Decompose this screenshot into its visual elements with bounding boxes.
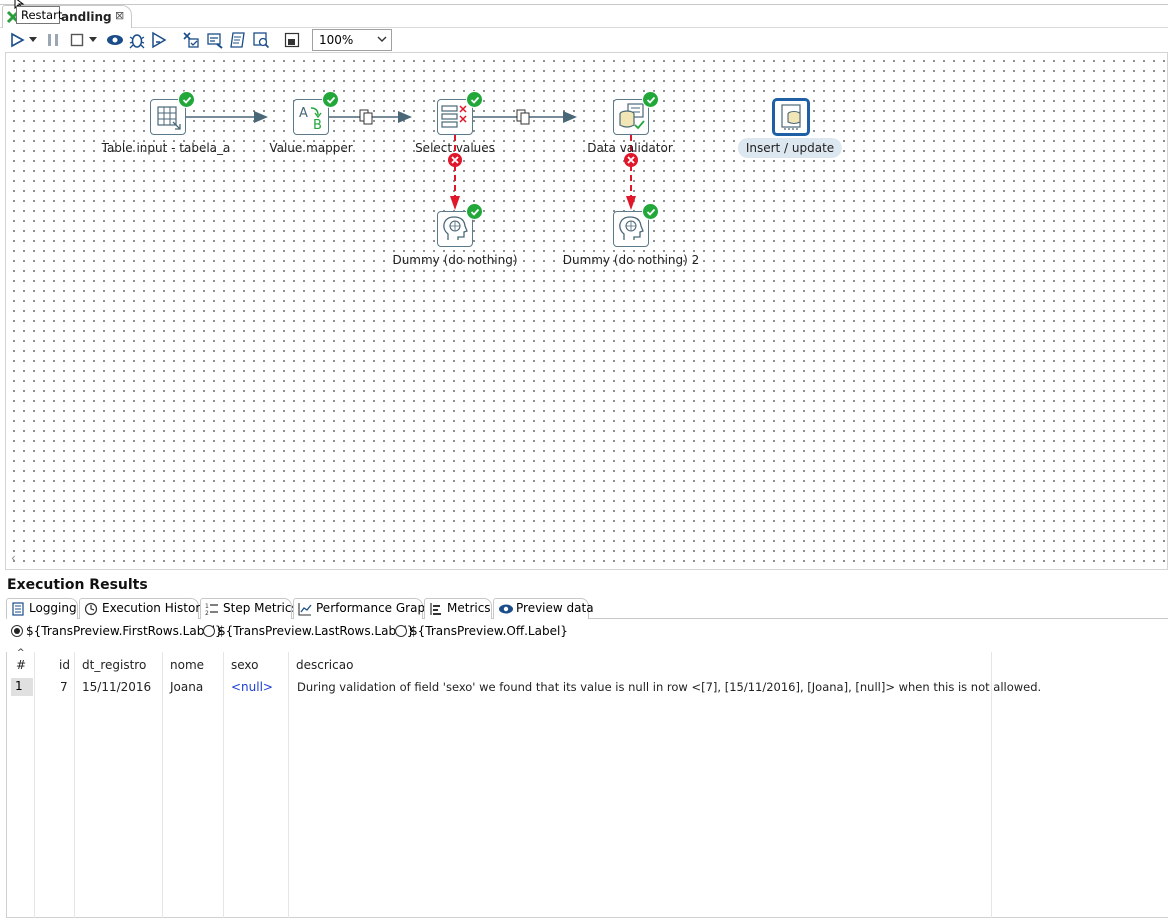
cell-dt-registro[interactable]: 15/11/2016	[82, 680, 151, 694]
column-divider	[74, 652, 75, 918]
scroll-left-arrow[interactable]: ‹	[11, 551, 16, 565]
header-sexo[interactable]: sexo	[231, 658, 259, 672]
dummy-icon	[443, 216, 468, 240]
svg-text:A: A	[299, 106, 308, 121]
execution-results-title: Execution Results	[7, 577, 148, 593]
tab-label: Performance Graph	[316, 601, 433, 615]
header-nome[interactable]: nome	[170, 658, 204, 672]
column-divider	[288, 652, 289, 918]
ok-check-icon	[466, 91, 483, 108]
ok-check-icon	[178, 91, 195, 108]
restart-tooltip: Restart	[16, 6, 62, 24]
cell-id[interactable]: 7	[60, 680, 68, 694]
svg-text:B: B	[313, 118, 322, 133]
cell-sexo[interactable]: <null>	[231, 680, 273, 694]
preview-eye-icon	[498, 602, 514, 619]
ok-check-icon	[322, 91, 339, 108]
performance-graph-icon	[298, 602, 312, 619]
tab-label: Execution History	[102, 601, 208, 615]
radio-dot	[203, 625, 215, 637]
header-descricao[interactable]: descricao	[296, 658, 353, 672]
tab-label: Preview data	[516, 601, 594, 615]
ok-check-icon	[642, 91, 659, 108]
tab-preview-data[interactable]: Preview data	[493, 598, 594, 619]
hop-table-input-to-value-mapper[interactable]	[185, 111, 268, 123]
step-label-data-validator: Data validator	[587, 141, 673, 155]
tab-metrics[interactable]: Metrics	[424, 598, 492, 619]
header-rownum[interactable]: #	[16, 658, 26, 672]
step-label-value-mapper: Value mapper	[269, 141, 353, 155]
cell-descricao[interactable]: During validation of field 'sexo' we fou…	[297, 680, 1041, 694]
radio-label: ${TransPreview.LastRows.Label}	[218, 624, 415, 638]
svg-text:1: 1	[205, 603, 209, 610]
step-insert-update[interactable]	[772, 98, 810, 136]
radio-dot	[11, 625, 23, 637]
tab-label: Metrics	[447, 601, 491, 615]
insert-update-icon	[781, 104, 801, 130]
svg-text:2: 2	[205, 610, 209, 616]
tab-performance-graph[interactable]: Performance Graph	[293, 598, 433, 619]
radio-label: ${TransPreview.FirstRows.Label}	[26, 624, 223, 638]
results-tabs: Logging Execution History 12 Step Metric…	[6, 598, 1168, 619]
column-divider	[223, 652, 224, 918]
header-dt-registro[interactable]: dt_registro	[82, 658, 146, 672]
step-metrics-icon: 12	[205, 602, 219, 619]
tab-label: Logging	[29, 601, 77, 615]
radio-label: ${TransPreview.Off.Label}	[410, 624, 568, 638]
logging-icon	[11, 602, 25, 619]
select-values-icon	[441, 105, 467, 128]
ok-check-icon	[642, 203, 659, 220]
metrics-icon	[429, 602, 443, 619]
column-divider	[34, 652, 35, 918]
copy-rows-icon	[359, 109, 373, 125]
sort-indicator-icon[interactable]: ^	[17, 648, 25, 658]
step-label-select-values: Select values	[415, 141, 495, 155]
tab-logging[interactable]: Logging	[6, 598, 78, 619]
tab-execution-history[interactable]: Execution History	[79, 598, 207, 619]
step-label-table-input: Table input - tabela_a	[101, 141, 231, 155]
hop-value-mapper-to-select-values[interactable]	[329, 109, 412, 125]
tab-label: Step Metrics	[223, 601, 298, 615]
cell-nome[interactable]: Joana	[170, 680, 203, 694]
dummy-icon	[619, 216, 644, 240]
step-label-dummy-2: Dummy (do nothing) 2	[562, 253, 700, 267]
header-id[interactable]: id	[59, 658, 70, 672]
row-number[interactable]: 1	[11, 678, 33, 696]
tab-step-metrics[interactable]: 12 Step Metrics	[200, 598, 298, 619]
radio-dot	[395, 625, 407, 637]
hop-select-values-to-data-validator[interactable]	[473, 109, 577, 125]
step-label-insert-update: Insert / update	[737, 138, 843, 158]
ok-check-icon	[466, 203, 483, 220]
data-validator-icon	[619, 103, 645, 130]
copy-rows-icon	[516, 109, 530, 125]
value-mapper-icon: A B	[299, 106, 322, 133]
step-label-dummy-1: Dummy (do nothing)	[392, 253, 518, 267]
history-icon	[84, 602, 98, 619]
column-divider	[162, 652, 163, 918]
